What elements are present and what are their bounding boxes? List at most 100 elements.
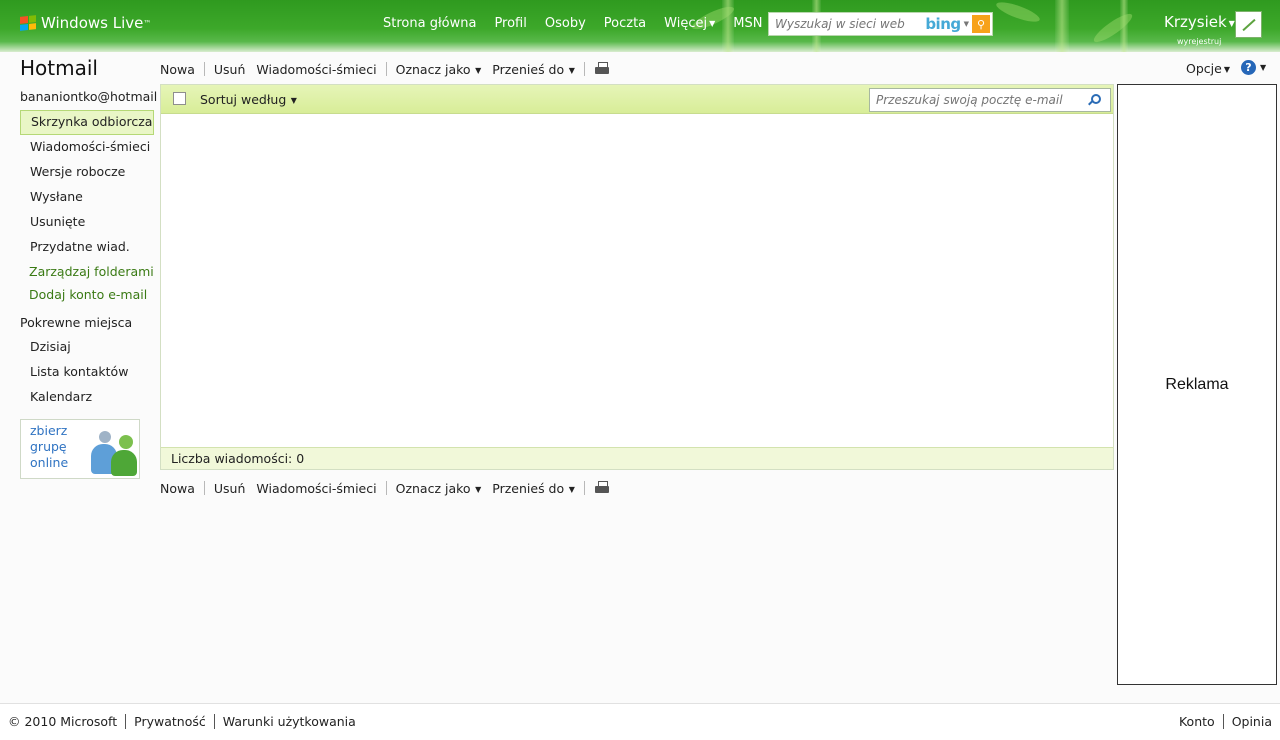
related-places-title: Pokrewne miejsca xyxy=(20,315,133,330)
related-contacts[interactable]: Lista kontaktów xyxy=(20,360,154,385)
toolbar-gap xyxy=(250,62,251,76)
nav-home[interactable]: Strona główna xyxy=(383,16,476,31)
toolbar-divider xyxy=(203,481,205,495)
message-count: Liczba wiadomości: 0 xyxy=(161,447,1113,469)
user-menu[interactable]: Krzysiek ▼ xyxy=(1164,13,1235,31)
related-calendar[interactable]: Kalendarz xyxy=(20,385,154,410)
caret-down-icon: ▼ xyxy=(709,19,716,28)
folder-junk[interactable]: Wiadomości-śmieci xyxy=(20,135,154,160)
nav-more[interactable]: Więcej ▼ xyxy=(664,16,715,31)
account-link[interactable]: Konto xyxy=(1179,714,1215,729)
terms-link[interactable]: Warunki użytkowania xyxy=(223,714,356,729)
footer: © 2010 Microsoft Prywatność Warunki użyt… xyxy=(0,703,1280,740)
nav-people[interactable]: Osoby xyxy=(545,16,586,31)
print-icon[interactable] xyxy=(594,481,610,495)
mark-as-label: Oznacz jako xyxy=(395,480,471,496)
mail-search-box xyxy=(869,88,1111,112)
move-to-button[interactable]: Przenieś do ▼ xyxy=(492,481,575,496)
related-places-list: Dzisiaj Lista kontaktów Kalendarz xyxy=(20,335,154,410)
privacy-link[interactable]: Prywatność xyxy=(134,714,206,729)
new-button[interactable]: Nowa xyxy=(160,62,195,77)
caret-down-icon: ▼ xyxy=(288,96,297,105)
caret-down-icon: ▼ xyxy=(566,484,575,494)
toolbar-divider xyxy=(385,481,387,495)
nav-more-label: Więcej xyxy=(664,16,708,31)
footer-left: © 2010 Microsoft Prywatność Warunki użyt… xyxy=(8,714,356,729)
leaf-decoration xyxy=(994,0,1042,26)
sign-out-link[interactable]: wyrejestruj xyxy=(1177,37,1221,46)
person-head-icon xyxy=(119,435,133,449)
toolbar-gap xyxy=(486,62,487,76)
sort-by-menu[interactable]: Sortuj według ▼ xyxy=(200,92,297,107)
move-to-label: Przenieś do xyxy=(492,61,565,77)
junk-button[interactable]: Wiadomości-śmieci xyxy=(256,481,376,496)
caret-down-icon: ▼ xyxy=(1223,65,1230,74)
footer-right: Konto Opinia xyxy=(1179,714,1272,729)
mark-as-label: Oznacz jako xyxy=(395,61,471,77)
nav-profile[interactable]: Profil xyxy=(494,16,526,31)
help-icon: ? xyxy=(1241,60,1256,75)
folder-list: Skrzynka odbiorcza Wiadomości-śmieci Wer… xyxy=(20,110,154,306)
bing-logo[interactable]: bing xyxy=(925,15,961,33)
junk-button[interactable]: Wiadomości-śmieci xyxy=(256,62,376,77)
caret-down-icon: ▼ xyxy=(472,484,482,494)
avatar[interactable] xyxy=(1236,12,1261,37)
brand-mark: ™ xyxy=(143,18,152,28)
main-nav: Strona główna Profil Osoby Poczta Więcej… xyxy=(383,16,780,31)
move-to-label: Przenieś do xyxy=(492,480,565,496)
account-email[interactable]: bananiontko@hotmail.com xyxy=(20,89,158,104)
toolbar-gap xyxy=(486,481,487,495)
toolbar-top: Nowa Usuń Wiadomości-śmieci Oznacz jako … xyxy=(160,59,610,79)
folder-useful[interactable]: Przydatne wiad. xyxy=(20,235,154,260)
move-to-button[interactable]: Przenieś do ▼ xyxy=(492,62,575,77)
ad-panel[interactable]: Reklama xyxy=(1117,84,1277,685)
mark-as-button[interactable]: Oznacz jako ▼ xyxy=(396,481,482,496)
add-email-account-link[interactable]: Dodaj konto e-mail xyxy=(20,283,154,306)
user-name: Krzysiek xyxy=(1164,13,1227,31)
related-today[interactable]: Dzisiaj xyxy=(20,335,154,360)
footer-divider xyxy=(1222,714,1224,729)
windows-flag-icon xyxy=(20,15,36,31)
options-label: Opcje xyxy=(1186,61,1222,76)
print-icon[interactable] xyxy=(594,62,610,76)
delete-button[interactable]: Usuń xyxy=(214,481,246,496)
folder-drafts[interactable]: Wersje robocze xyxy=(20,160,154,185)
windows-live-logo[interactable]: Windows Live ™ xyxy=(20,14,151,32)
feedback-link[interactable]: Opinia xyxy=(1232,714,1272,729)
toolbar-bottom: Nowa Usuń Wiadomości-śmieci Oznacz jako … xyxy=(160,478,610,498)
toolbar-divider xyxy=(583,62,585,76)
delete-button[interactable]: Usuń xyxy=(214,62,246,77)
bamboo-decoration xyxy=(1055,0,1069,52)
web-search-input[interactable] xyxy=(769,13,919,35)
copyright: © 2010 Microsoft xyxy=(8,714,118,729)
group-promo-banner[interactable]: zbierz grupę online xyxy=(20,419,140,479)
folder-sent[interactable]: Wysłane xyxy=(20,185,154,210)
sort-by-label: Sortuj według xyxy=(200,92,287,107)
help-menu[interactable]: ? ▼ xyxy=(1241,60,1266,75)
toolbar-divider xyxy=(583,481,585,495)
caret-down-icon: ▼ xyxy=(566,65,575,75)
app-title[interactable]: Hotmail xyxy=(20,56,98,80)
caret-down-icon: ▼ xyxy=(1228,19,1235,28)
mail-search-input[interactable] xyxy=(870,89,1082,111)
brand-name: Windows Live xyxy=(41,14,144,32)
leaf-decoration xyxy=(1090,9,1136,47)
manage-folders-link[interactable]: Zarządzaj folderami xyxy=(20,260,154,283)
caret-down-icon: ▼ xyxy=(472,65,482,75)
top-bar: Windows Live ™ Strona główna Profil Osoby… xyxy=(0,0,1280,52)
mark-as-button[interactable]: Oznacz jako ▼ xyxy=(396,62,482,77)
search-icon[interactable]: ⚲ xyxy=(972,15,990,33)
options-menu[interactable]: Opcje ▼ xyxy=(1186,61,1230,76)
ad-label: Reklama xyxy=(1165,375,1229,393)
nav-mail[interactable]: Poczta xyxy=(604,16,646,31)
caret-down-icon[interactable]: ▼ xyxy=(964,20,969,28)
caret-down-icon: ▼ xyxy=(1260,63,1267,72)
folder-deleted[interactable]: Usunięte xyxy=(20,210,154,235)
search-icon[interactable] xyxy=(1088,94,1101,106)
nav-msn[interactable]: MSN xyxy=(733,16,762,31)
toolbar-divider xyxy=(203,62,205,76)
select-all-checkbox[interactable] xyxy=(173,92,186,105)
new-button[interactable]: Nowa xyxy=(160,481,195,496)
folder-inbox[interactable]: Skrzynka odbiorcza xyxy=(20,110,154,135)
message-list-header: Sortuj według ▼ xyxy=(161,85,1113,114)
